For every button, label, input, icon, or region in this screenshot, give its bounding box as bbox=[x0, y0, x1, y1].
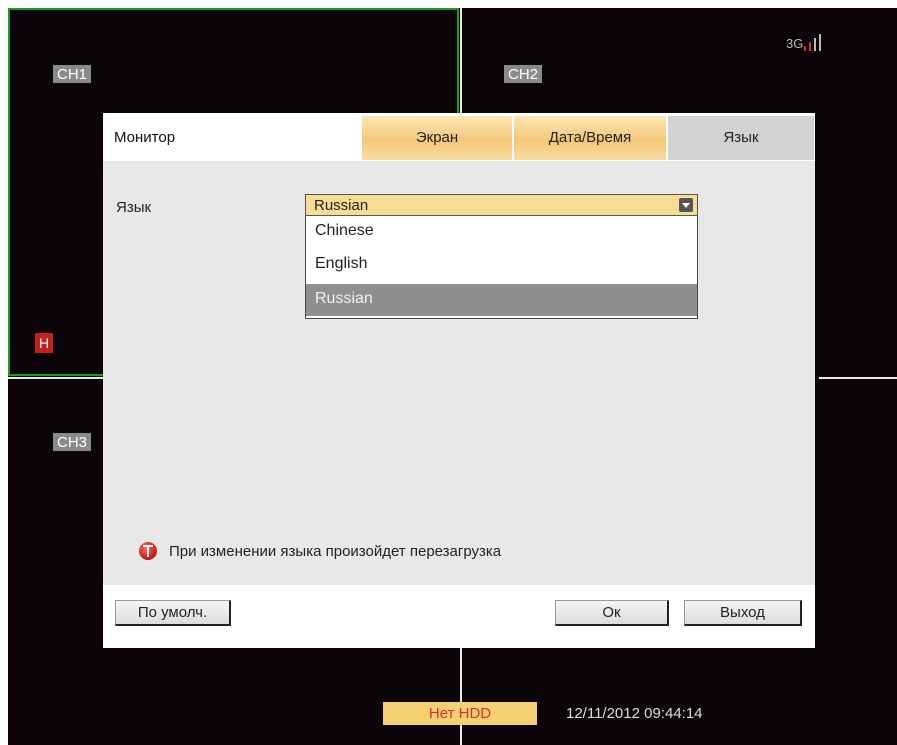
record-badge: H bbox=[35, 333, 53, 353]
language-label: Язык bbox=[116, 199, 152, 216]
dialog-title: Монитор bbox=[114, 129, 176, 146]
language-option-chinese[interactable]: Chinese bbox=[306, 216, 697, 248]
default-button[interactable]: По умолч. bbox=[115, 600, 231, 626]
warning-text: При изменении языка произойдет перезагру… bbox=[169, 542, 502, 560]
channel-label-ch1: CH1 bbox=[53, 65, 92, 83]
ok-button[interactable]: Ок bbox=[555, 600, 669, 626]
hdd-status-badge: Нет HDD bbox=[383, 702, 537, 725]
restart-warning: При изменении языка произойдет перезагру… bbox=[139, 542, 501, 560]
grid-divider-horizontal-right bbox=[819, 377, 897, 379]
datetime-display: 12/11/2012 09:44:14 bbox=[566, 705, 703, 722]
language-select-value: Russian bbox=[314, 197, 369, 214]
exit-button[interactable]: Выход bbox=[684, 600, 802, 626]
option-label: Russian bbox=[315, 290, 373, 307]
signal-indicator: 3G bbox=[786, 34, 822, 51]
language-select[interactable]: Russian bbox=[305, 194, 698, 216]
chevron-down-icon[interactable] bbox=[679, 198, 693, 212]
channel-label-ch2: CH2 bbox=[504, 65, 543, 83]
grid-divider-horizontal-left bbox=[8, 377, 103, 379]
monitor-dialog: Монитор Экран Дата/Время Язык Язык Russi… bbox=[103, 113, 815, 648]
language-option-english[interactable]: English bbox=[306, 249, 697, 281]
signal-label: 3G bbox=[786, 36, 804, 51]
language-option-russian[interactable]: Russian bbox=[306, 284, 697, 316]
tab-datetime[interactable]: Дата/Время bbox=[514, 116, 666, 160]
channel-label-ch3: CH3 bbox=[53, 433, 92, 451]
grid-divider-vertical-bottom bbox=[460, 648, 462, 745]
option-label: Chinese bbox=[315, 222, 374, 239]
dialog-footer: По умолч. Ок Выход bbox=[103, 585, 815, 648]
alert-icon bbox=[139, 542, 157, 560]
tab-screen[interactable]: Экран bbox=[362, 116, 512, 160]
tab-language[interactable]: Язык bbox=[668, 116, 814, 160]
language-options-list: Chinese English Russian bbox=[305, 216, 698, 319]
option-label: English bbox=[315, 255, 368, 272]
signal-bars-icon bbox=[804, 34, 822, 51]
dialog-header: Монитор Экран Дата/Время Язык bbox=[103, 113, 815, 161]
